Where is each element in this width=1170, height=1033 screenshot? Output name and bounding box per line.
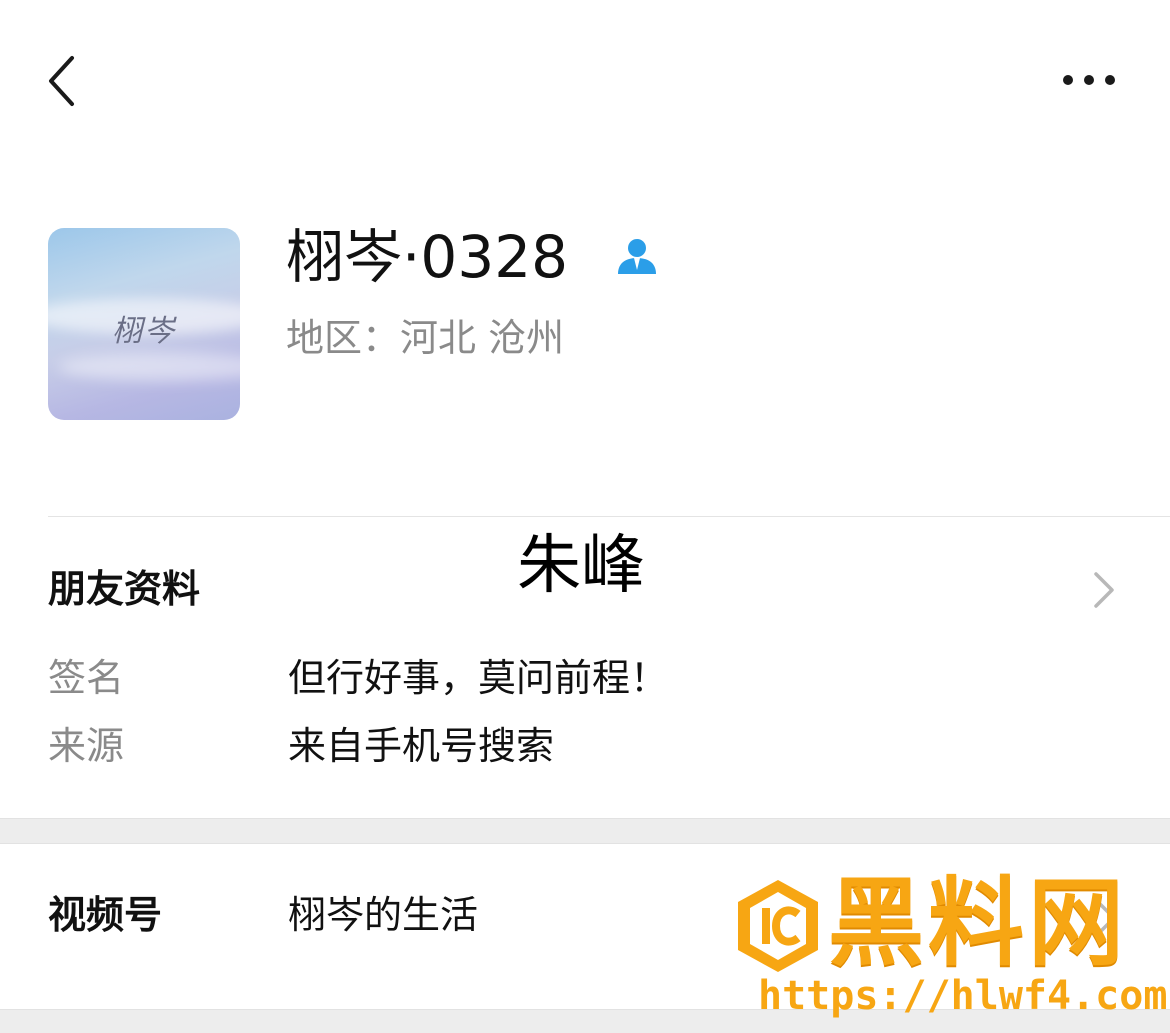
profile-page: 栩岑 栩岑·0328 地区：河北 沧州 朋友资料 朱峰 签名 但行好事，莫问前程… [0,0,1170,1033]
remark-overlay: 朱峰 [517,529,645,603]
watermark-logo [738,880,818,972]
watermark-text: 黑料网 [828,867,1128,979]
section-separator [0,818,1170,844]
source-label: 来源 [48,724,125,768]
channels-value[interactable]: 栩岑的生活 [288,889,478,941]
more-button[interactable] [1055,60,1125,100]
channels-label[interactable]: 视频号 [48,889,162,941]
display-name: 栩岑·0328 [286,223,569,291]
avatar[interactable]: 栩岑 [48,228,240,420]
chevron-right-icon[interactable] [1088,568,1118,612]
avatar-text: 栩岑 [112,314,176,349]
chevron-left-icon [49,56,74,106]
friend-info-title[interactable]: 朋友资料 [48,563,200,615]
signature-value: 但行好事，莫问前程！ [288,656,669,700]
watermark-url: https://hlwf4.com [758,973,1168,1019]
divider [48,516,1170,517]
more-dots-icon [1063,75,1115,85]
region-text: 地区：河北 沧州 [286,316,565,360]
source-value: 来自手机号搜索 [288,724,555,768]
signature-label: 签名 [48,656,125,700]
person-icon [618,239,656,274]
back-button[interactable] [40,50,90,112]
